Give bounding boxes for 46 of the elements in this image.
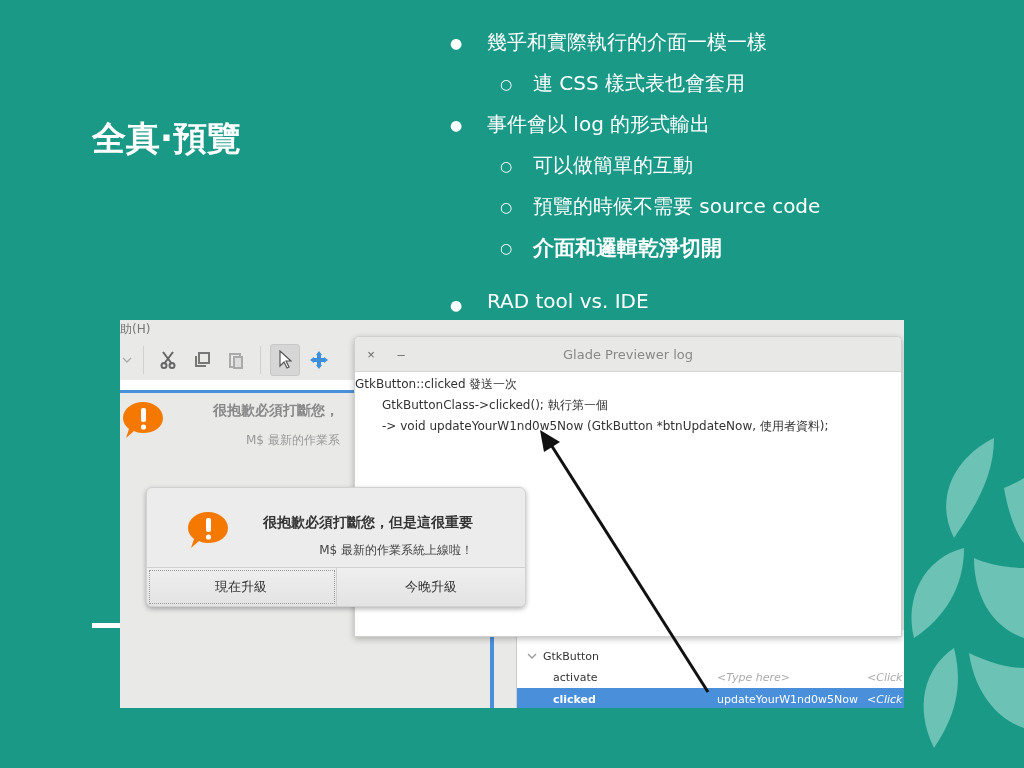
menu-item[interactable]: 助(H) bbox=[120, 321, 151, 338]
bullet-text: 連 CSS 樣式表也會套用 bbox=[533, 70, 746, 97]
bullet-marker: ● bbox=[450, 297, 464, 313]
expander-icon[interactable] bbox=[527, 652, 537, 660]
copy-icon bbox=[194, 352, 210, 368]
tool-button[interactable] bbox=[270, 344, 300, 376]
window-title: Glade Previewer log bbox=[563, 346, 693, 362]
bullet-marker: ○ bbox=[500, 75, 514, 92]
log-line: GtkButtonClass->clicked(); 執行第一個 bbox=[381, 397, 609, 414]
pointer-icon bbox=[278, 350, 292, 370]
signal-name: activate bbox=[552, 670, 599, 684]
bullet-text: 事件會以 log 的形式輸出 bbox=[487, 111, 711, 138]
warning-bubble-icon bbox=[187, 510, 229, 550]
bullet-text: 預覽的時候不需要 source code bbox=[533, 193, 821, 220]
slide-title: 全真·預覽 bbox=[92, 118, 241, 159]
dialog-message: M$ 最新的作業系統上線啦！ bbox=[319, 542, 473, 559]
signal-name: clicked bbox=[552, 692, 597, 706]
signal-row[interactable]: clicked updateYourW1nd0w5Now <Click bbox=[517, 688, 904, 708]
dialog-button[interactable]: 現在升級 bbox=[147, 568, 337, 606]
bullet-text: 可以做簡單的互動 bbox=[533, 152, 693, 179]
bullet-marker: ○ bbox=[500, 157, 514, 174]
user-data-cell[interactable]: <Click bbox=[867, 692, 903, 706]
infobar-title: 很抱歉必須打斷您， bbox=[213, 402, 339, 420]
bullet-marker: ● bbox=[450, 34, 464, 51]
bullet-marker: ● bbox=[450, 116, 464, 133]
dialog-button[interactable]: 今晚升級 bbox=[336, 568, 525, 606]
bullet-marker: ○ bbox=[500, 198, 514, 215]
handler-cell[interactable]: updateYourW1nd0w5Now bbox=[717, 692, 867, 706]
bullet-text: RAD tool vs. IDE bbox=[487, 289, 649, 313]
move-icon bbox=[310, 351, 328, 369]
scissors-icon bbox=[160, 351, 176, 369]
close-button[interactable]: × bbox=[357, 346, 385, 362]
bullet-marker: ○ bbox=[500, 239, 514, 256]
paste-icon bbox=[228, 351, 244, 369]
log-line: -> void updateYourW1nd0w5Now (GtkButton *btnUpdateNow, 使用者資料); bbox=[381, 418, 830, 435]
dialog-title: 很抱歉必須打斷您，但是這很重要 bbox=[263, 514, 473, 532]
tree-row[interactable]: GtkButton bbox=[517, 646, 904, 666]
bullet-text: 介面和邏輯乾淨切開 bbox=[533, 234, 722, 262]
log-line: GtkButton::clicked 發送一次 bbox=[355, 376, 519, 393]
infobar-message: M$ 最新的作業系 bbox=[246, 432, 340, 449]
minimize-button[interactable]: – bbox=[387, 346, 415, 362]
accent-bar bbox=[92, 623, 122, 628]
warning-bubble-icon bbox=[122, 400, 164, 440]
group-name: GtkButton bbox=[543, 649, 600, 663]
caret-icon bbox=[122, 356, 132, 364]
bullet-text: 幾乎和實際執行的介面一模一樣 bbox=[487, 29, 767, 56]
